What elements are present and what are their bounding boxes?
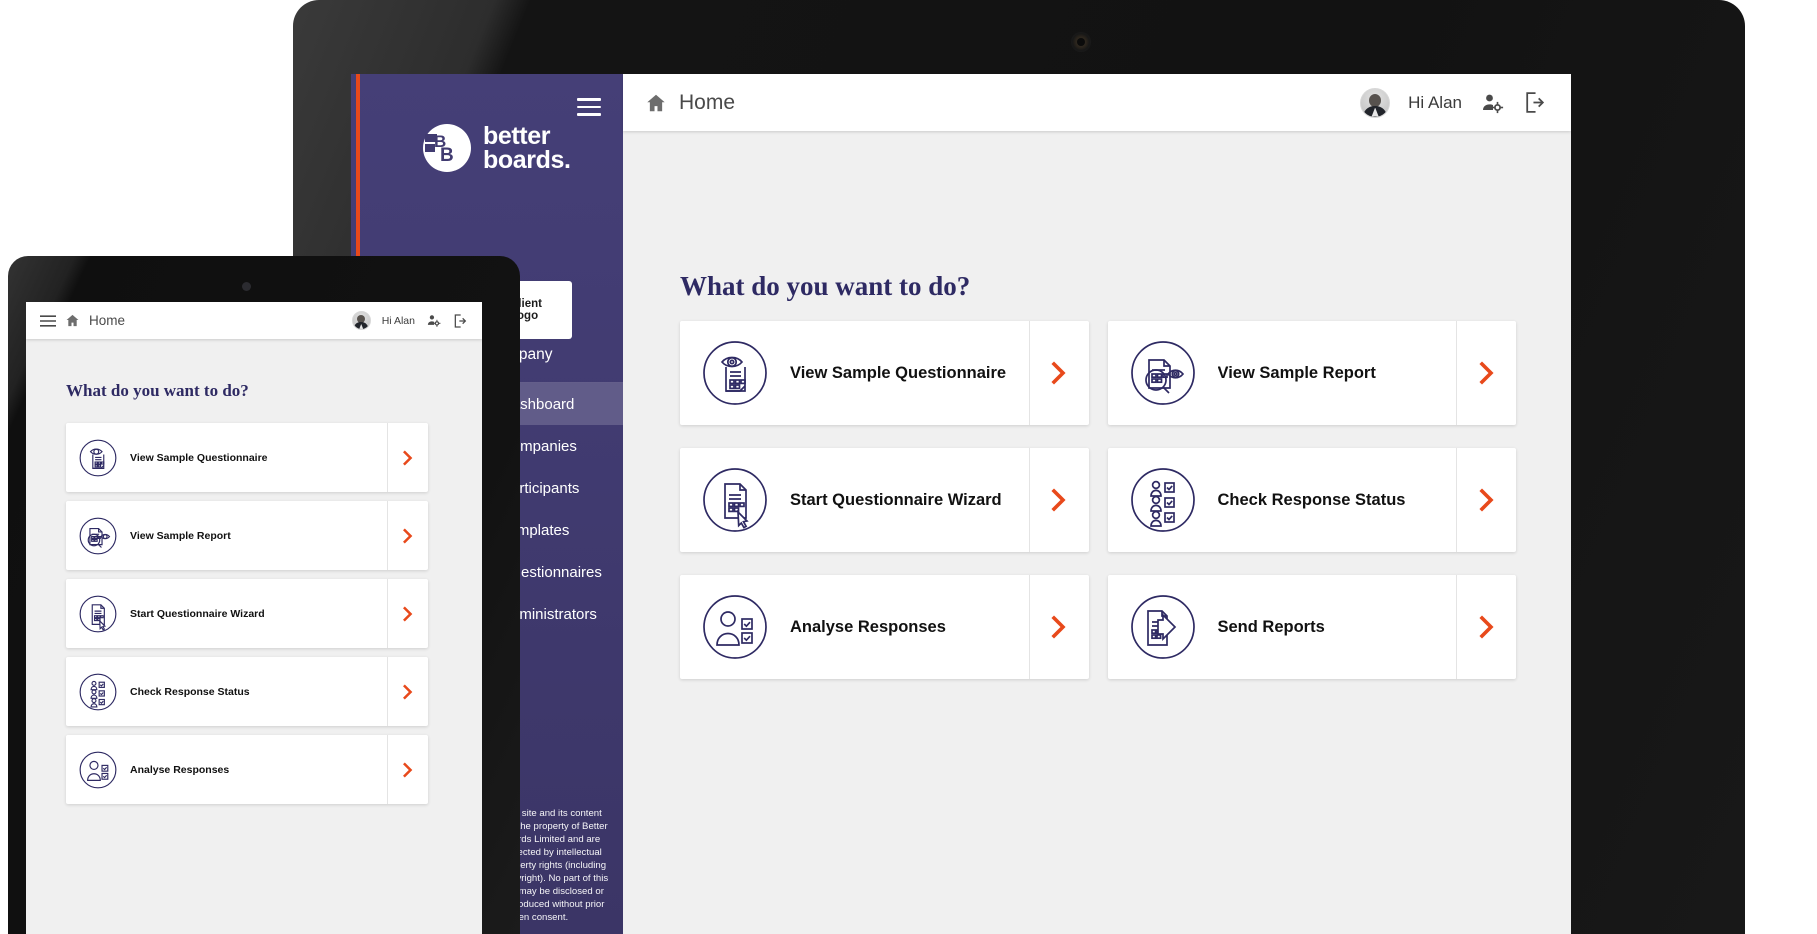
breadcrumb: Home [623,91,735,115]
breadcrumb-label: Home [679,90,736,114]
card-label: View Sample Questionnaire [790,363,1007,382]
svg-text:B: B [440,145,454,166]
chevron-right-icon[interactable] [387,657,428,726]
card-label: Start Questionnaire Wizard [790,490,1002,509]
brand-name-line2: boards. [483,146,571,174]
tablet-device: Home Hi Alan What do you want to do? Vie… [8,256,520,934]
tablet-card-label: Check Response Status [130,685,250,698]
card-check-response-status[interactable]: Check Response Status [1107,448,1516,552]
hamburger-menu-icon[interactable] [577,98,601,116]
topbar: Home Hi Alan [623,74,1571,131]
home-icon[interactable] [65,313,80,328]
chevron-right-icon[interactable] [1456,575,1516,679]
person-checkboxes-icon [79,751,117,789]
tablet-card-label: View Sample Report [130,529,231,542]
card-label: Check Response Status [1217,490,1406,509]
laptop-camera-icon [1071,32,1091,52]
document-arrow-icon [1130,594,1196,660]
chevron-right-icon[interactable] [387,501,428,570]
report-magnifier-eye-icon [79,517,117,555]
eye-document-icon [79,439,117,477]
chevron-right-icon[interactable] [1028,321,1089,425]
greeting-label: Hi Alan [1408,92,1462,112]
screenshot-stage: B B better boards. Client Logo Selected … [0,0,1817,934]
brand-logo: B B better boards. [421,122,571,174]
tablet-camera-icon [242,282,251,291]
hamburger-menu-icon[interactable] [40,314,56,327]
chevron-right-icon[interactable] [1456,321,1516,425]
chevron-right-icon[interactable] [387,579,428,648]
logout-icon[interactable] [452,313,468,329]
tablet-breadcrumb-label: Home [89,313,126,328]
tablet-card-view-sample-report[interactable]: View Sample Report [66,501,428,570]
laptop-screen: B B better boards. Client Logo Selected … [351,74,1571,934]
greeting-label: Hi Alan [381,314,415,327]
brand-name-line1: better [483,122,551,150]
logout-icon[interactable] [1522,90,1547,115]
avatar[interactable] [1360,87,1391,118]
person-checkboxes-icon [702,594,768,660]
tablet-topbar-actions: Hi Alan [351,311,482,330]
card-label: View Sample Report [1217,363,1376,382]
people-checklist-icon [79,673,117,711]
tablet-card-analyse-responses[interactable]: Analyse Responses [66,735,428,804]
tablet-action-card-list: View Sample Questionnaire View Sample Re… [66,423,428,804]
user-settings-icon[interactable] [426,313,441,328]
main-content: What do you want to do? View Sample Ques… [623,131,1571,934]
card-label: Analyse Responses [790,617,946,636]
tablet-card-check-response-status[interactable]: Check Response Status [66,657,428,726]
people-checklist-icon [1130,467,1196,533]
tablet-card-label: View Sample Questionnaire [130,451,268,464]
report-magnifier-eye-icon [1130,340,1196,406]
user-settings-icon[interactable] [1480,91,1504,115]
chevron-right-icon[interactable] [387,735,428,804]
card-view-sample-report[interactable]: View Sample Report [1107,321,1516,425]
eye-document-icon [702,340,768,406]
avatar[interactable] [351,311,371,330]
document-cursor-icon [702,467,768,533]
tablet-screen: Home Hi Alan What do you want to do? Vie… [26,302,482,934]
better-boards-mark-icon: B B [421,122,473,174]
card-label: Send Reports [1217,617,1325,636]
tablet-card-view-sample-questionnaire[interactable]: View Sample Questionnaire [66,423,428,492]
tablet-breadcrumb: Home [26,313,125,328]
card-analyse-responses[interactable]: Analyse Responses [680,575,1089,679]
chevron-right-icon[interactable] [1028,575,1089,679]
document-cursor-icon [79,595,117,633]
home-icon[interactable] [645,92,667,114]
page-title: What do you want to do? [680,271,971,301]
chevron-right-icon[interactable] [1028,448,1089,552]
tablet-topbar: Home Hi Alan [26,302,482,339]
brand-name: better boards. [483,122,571,174]
tablet-card-label: Start Questionnaire Wizard [130,607,265,620]
chevron-right-icon[interactable] [387,423,428,492]
chevron-right-icon[interactable] [1456,448,1516,552]
tablet-page-title: What do you want to do? [66,381,249,400]
card-start-questionnaire-wizard[interactable]: Start Questionnaire Wizard [680,448,1089,552]
tablet-card-label: Analyse Responses [130,763,230,776]
topbar-actions: Hi Alan [1360,87,1571,118]
action-card-grid: View Sample Questionnaire View Sample Re… [680,321,1516,679]
card-send-reports[interactable]: Send Reports [1107,575,1516,679]
tablet-card-start-questionnaire-wizard[interactable]: Start Questionnaire Wizard [66,579,428,648]
card-view-sample-questionnaire[interactable]: View Sample Questionnaire [680,321,1089,425]
